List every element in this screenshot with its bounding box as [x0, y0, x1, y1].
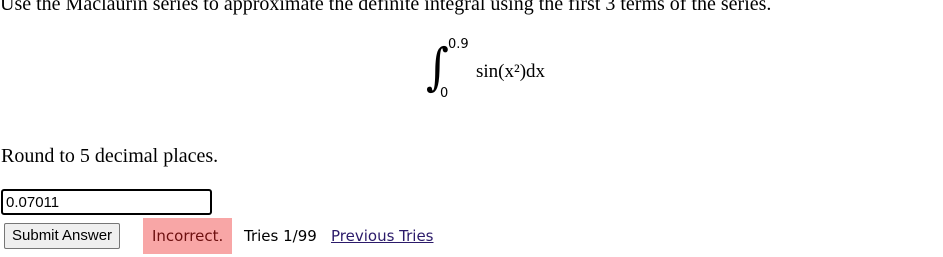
rounding-instruction: Round to 5 decimal places. — [1, 145, 219, 167]
submit-answer-button[interactable]: Submit Answer — [4, 223, 121, 249]
integral-expression: ∫ 0.9 0 sin(x²)dx — [420, 38, 620, 108]
previous-tries-link[interactable]: Previous Tries — [331, 226, 434, 246]
integral-lower-limit: 0 — [440, 86, 449, 101]
tries-counter: Tries 1/99 — [244, 227, 317, 245]
incorrect-status-badge: Incorrect. — [143, 218, 233, 254]
answer-input[interactable] — [1, 189, 212, 215]
integral-upper-limit: 0.9 — [448, 37, 469, 52]
question-text: Use the Maclaurin series to approximate … — [0, 0, 772, 15]
integrand: sin(x²)dx — [476, 61, 546, 82]
